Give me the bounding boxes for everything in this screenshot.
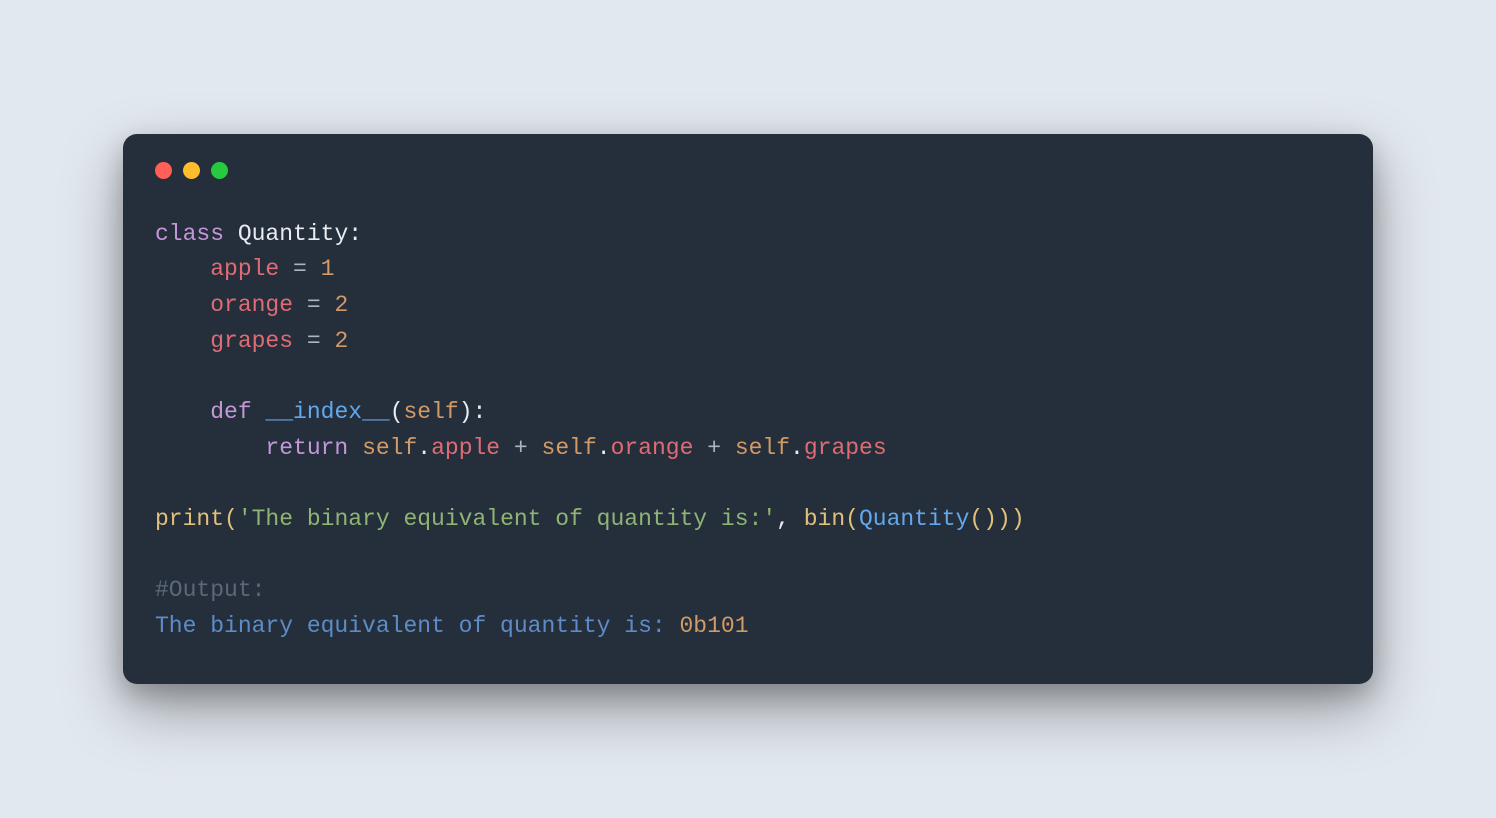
class-call: Quantity <box>859 506 969 532</box>
param-self: self <box>404 399 459 425</box>
string-literal: 'The binary equivalent of quantity is:' <box>238 506 776 532</box>
attr-orange: orange <box>611 435 694 461</box>
close-icon[interactable] <box>155 162 172 179</box>
paren-close: ) <box>983 506 997 532</box>
output-text: The binary equivalent of quantity is: <box>155 613 680 639</box>
fn-bin: bin <box>804 506 845 532</box>
colon: : <box>473 399 487 425</box>
fn-print: print <box>155 506 224 532</box>
paren-open: ( <box>845 506 859 532</box>
self-ref: self <box>735 435 790 461</box>
paren-open: ( <box>969 506 983 532</box>
variable-grapes: grapes <box>210 328 293 354</box>
paren-close: ) <box>1011 506 1025 532</box>
dot: . <box>597 435 611 461</box>
number: 1 <box>321 256 335 282</box>
keyword-class: class <box>155 221 224 247</box>
dot: . <box>417 435 431 461</box>
colon: : <box>348 221 362 247</box>
variable-apple: apple <box>210 256 279 282</box>
comment: #Output: <box>155 577 265 603</box>
keyword-return: return <box>265 435 348 461</box>
code-window: class Quantity: apple = 1 orange = 2 gra… <box>123 134 1373 685</box>
operator-plus: + <box>500 435 541 461</box>
self-ref: self <box>362 435 417 461</box>
operator-eq: = <box>293 328 334 354</box>
keyword-def: def <box>210 399 251 425</box>
operator-eq: = <box>279 256 320 282</box>
paren-open: ( <box>390 399 404 425</box>
attr-apple: apple <box>431 435 500 461</box>
paren-open: ( <box>224 506 238 532</box>
operator-plus: + <box>693 435 734 461</box>
dot: . <box>790 435 804 461</box>
self-ref: self <box>542 435 597 461</box>
paren-close: ) <box>459 399 473 425</box>
number: 2 <box>334 328 348 354</box>
maximize-icon[interactable] <box>211 162 228 179</box>
traffic-lights <box>155 162 1341 179</box>
output-value: 0b101 <box>680 613 749 639</box>
minimize-icon[interactable] <box>183 162 200 179</box>
variable-orange: orange <box>210 292 293 318</box>
method-name: __index__ <box>265 399 389 425</box>
comma: , <box>776 506 804 532</box>
number: 2 <box>334 292 348 318</box>
code-block: class Quantity: apple = 1 orange = 2 gra… <box>155 217 1341 645</box>
operator-eq: = <box>293 292 334 318</box>
class-name: Quantity <box>238 221 348 247</box>
attr-grapes: grapes <box>804 435 887 461</box>
paren-close: ) <box>997 506 1011 532</box>
